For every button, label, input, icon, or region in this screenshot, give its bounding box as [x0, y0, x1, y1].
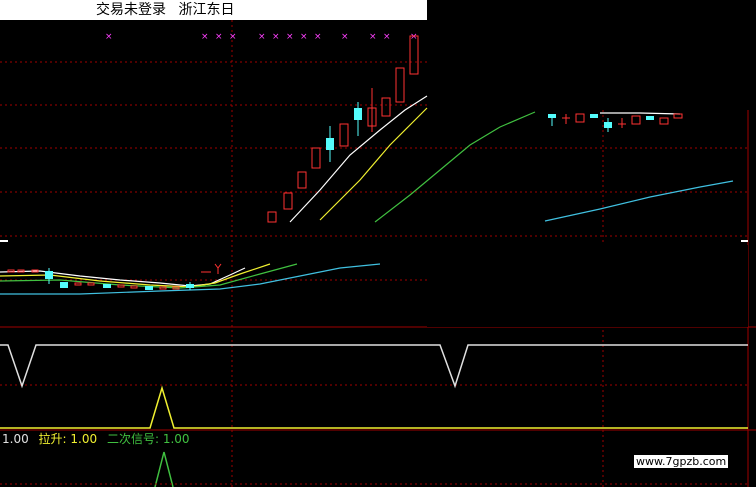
second-signal-label: 二次信号: — [106, 432, 160, 446]
stock-name: 浙江东日 — [178, 2, 235, 18]
svg-text:×: × — [215, 32, 223, 42]
occlusion-mid — [427, 245, 748, 327]
occlusion-top-right — [427, 0, 756, 110]
title-bar: 交易未登录 浙江东日 — [0, 0, 427, 20]
svg-text:×: × — [369, 32, 377, 42]
svg-text:×: × — [272, 32, 280, 42]
title-text: 交易未登录 浙江东日 — [96, 0, 234, 20]
ma-cyan-line-right — [544, 180, 734, 222]
login-status: 交易未登录 — [96, 2, 166, 18]
svg-text:×: × — [229, 32, 237, 42]
lift-label: 拉升: — [38, 432, 67, 446]
indicator-white-line — [0, 344, 748, 389]
signal-markers: × × × × × × × × × × × × × — [105, 32, 418, 42]
lift-signal-line — [0, 385, 748, 429]
svg-text:×: × — [410, 32, 418, 42]
candles-right — [548, 113, 683, 132]
svg-text:×: × — [300, 32, 308, 42]
svg-text:×: × — [341, 32, 349, 42]
indicator-value: 1.00 — [2, 432, 29, 446]
watermark: www.7gpzb.com — [634, 455, 729, 468]
candles-left — [7, 263, 222, 290]
svg-text:×: × — [105, 32, 113, 42]
ma-yellow-line-upper — [319, 107, 428, 221]
svg-text:×: × — [286, 32, 294, 42]
svg-text:×: × — [314, 32, 322, 42]
second-signal-value: 1.00 — [162, 432, 190, 446]
svg-text:×: × — [383, 32, 391, 42]
svg-text:×: × — [258, 32, 266, 42]
ma-green-line-upper — [374, 111, 536, 223]
second-signal-line — [154, 451, 174, 487]
svg-text:×: × — [201, 32, 209, 42]
kline-chart[interactable]: × × × × × × × × × × × × × — [0, 0, 756, 487]
lift-value: 1.00 — [70, 432, 98, 446]
candles-rally — [267, 35, 419, 223]
indicator-legend: 1.00 拉升: 1.00 二次信号: 1.00 — [2, 431, 190, 447]
ma-white-line-right — [600, 112, 681, 115]
